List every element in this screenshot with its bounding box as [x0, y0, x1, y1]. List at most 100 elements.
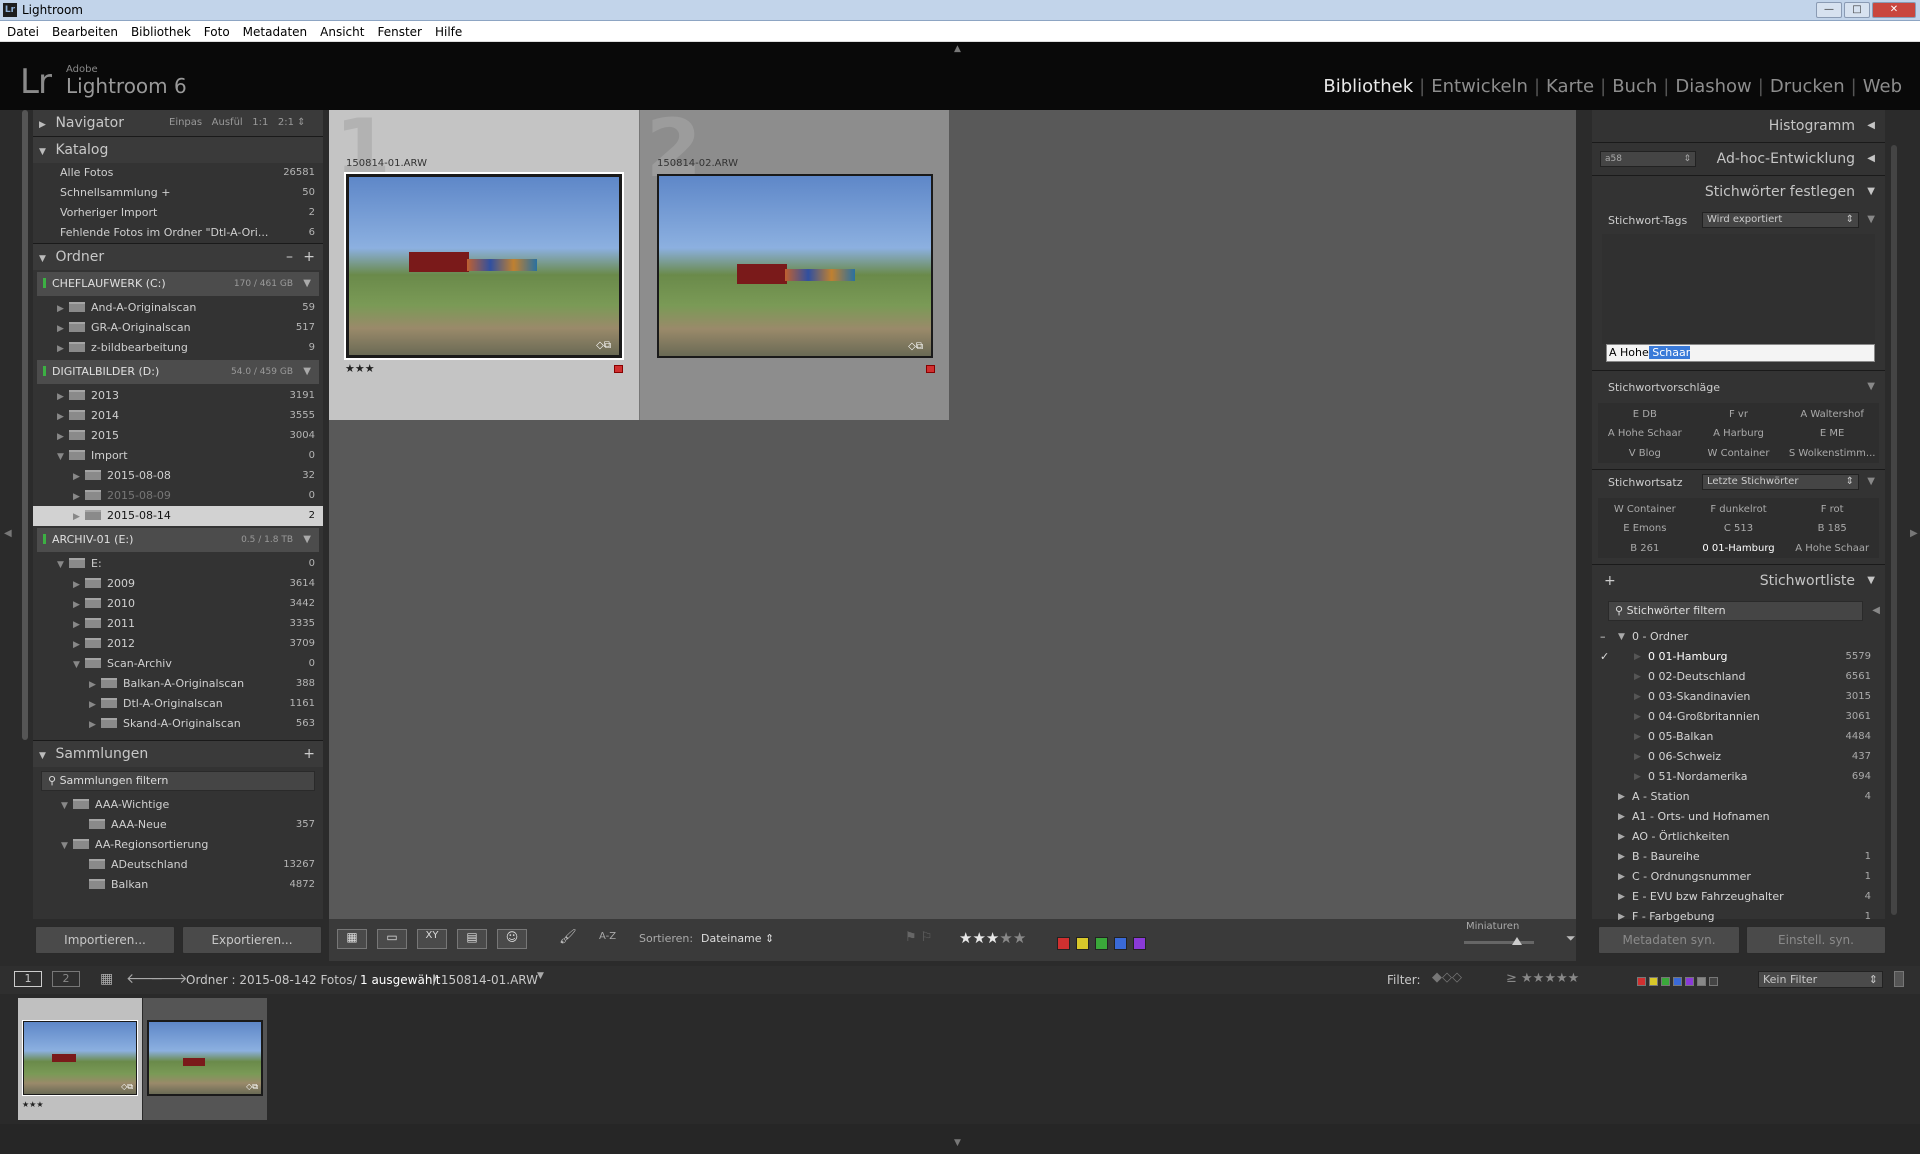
- folder-item[interactable]: ▼ Scan-Archiv 0: [33, 654, 323, 674]
- collapse-arrow-icon[interactable]: ▶: [57, 319, 69, 339]
- collapse-arrow-icon[interactable]: ▶: [57, 339, 69, 359]
- collapse-arrow-icon[interactable]: ▶: [73, 487, 85, 507]
- keyword-item[interactable]: ▶ AO - Örtlichkeiten: [1592, 827, 1885, 847]
- color-label-filter[interactable]: [1076, 937, 1089, 950]
- color-filter-swatch[interactable]: [1649, 977, 1658, 986]
- folder-item[interactable]: ▶ 2012 3709: [33, 634, 323, 654]
- keyword-item[interactable]: ▶ A - Station 4: [1592, 787, 1885, 807]
- keyword-suggestion[interactable]: E ME: [1785, 424, 1879, 443]
- collection-item[interactable]: ▼ AAA-Wichtige: [33, 795, 323, 815]
- collection-item[interactable]: ADeutschland 13267: [33, 855, 323, 875]
- collection-item[interactable]: AAA-Neue 357: [33, 815, 323, 835]
- minimize-icon[interactable]: —: [1816, 2, 1842, 18]
- module-entwickeln[interactable]: Entwickeln: [1425, 76, 1534, 97]
- keyword-item[interactable]: – ▼ 0 - Ordner: [1592, 627, 1885, 647]
- zoom-fill[interactable]: Ausfül: [212, 117, 243, 128]
- catalog-item[interactable]: Fehlende Fotos im Ordner "Dtl-A-Ori... 6: [33, 223, 323, 243]
- rating-stars[interactable]: ★★★★★: [959, 929, 1026, 947]
- filter-lock-icon[interactable]: [1894, 971, 1904, 987]
- keyword-suggestion[interactable]: W Container: [1692, 444, 1786, 463]
- expanded-icon[interactable]: ▼: [61, 796, 73, 816]
- star-1-icon[interactable]: ★: [959, 929, 972, 947]
- keyword-suggestion[interactable]: A Waltershof: [1785, 405, 1879, 424]
- keyword-item[interactable]: ▶ F - Farbgebung 1: [1592, 907, 1885, 927]
- add-folder-icon[interactable]: +: [303, 244, 315, 270]
- export-button[interactable]: Exportieren...: [182, 926, 322, 954]
- keyword-suggestion[interactable]: E DB: [1598, 405, 1692, 424]
- keyword-set-item[interactable]: F dunkelrot: [1692, 500, 1786, 519]
- add-collection-icon[interactable]: +: [303, 741, 315, 767]
- menu-bearbeiten[interactable]: Bearbeiten: [45, 22, 124, 39]
- second-window-button[interactable]: 2: [52, 971, 80, 987]
- expand-arrow-icon[interactable]: ▶: [1618, 807, 1625, 827]
- preset-select[interactable]: a58 ⇕: [1600, 151, 1696, 167]
- maximize-icon[interactable]: □: [1844, 2, 1870, 18]
- keyword-list-header[interactable]: + Stichwortliste ▼: [1592, 565, 1885, 597]
- keyword-filter-input[interactable]: ⚲ Stichwörter filtern ◀: [1608, 601, 1880, 621]
- cell-rating[interactable]: ★★★: [345, 362, 375, 375]
- folder-item[interactable]: ▶ 2010 3442: [33, 594, 323, 614]
- folder-item[interactable]: ▶ 2015-08-14 2: [33, 506, 323, 526]
- chevron-down-icon[interactable]: ▼: [537, 971, 544, 981]
- filmstrip-thumbnail[interactable]: ◇⧉: [149, 1022, 261, 1094]
- keyword-tags-select[interactable]: Wird exportiert ⇕: [1702, 212, 1859, 228]
- loupe-view-icon[interactable]: ▭: [377, 929, 407, 949]
- filmstrip-rating[interactable]: ★★★: [22, 1100, 44, 1109]
- module-drucken[interactable]: Drucken: [1764, 76, 1851, 97]
- right-scrollbar[interactable]: [1891, 145, 1897, 915]
- catalog-item[interactable]: Schnellsammlung + 50: [33, 183, 323, 203]
- filmstrip-cell-2[interactable]: ◇⧉: [143, 998, 267, 1120]
- filmstrip-thumbnail[interactable]: ◇⧉: [24, 1022, 136, 1094]
- folder-item[interactable]: ▼ E: 0: [33, 554, 323, 574]
- keyword-item[interactable]: ▶ C - Ordnungsnummer 1: [1592, 867, 1885, 887]
- expanded-icon[interactable]: ▼: [73, 655, 85, 675]
- add-keyword-icon[interactable]: +: [1604, 565, 1616, 597]
- main-window-button[interactable]: 1: [14, 971, 42, 987]
- volume-header[interactable]: DIGITALBILDER (D:) 54.0 / 459 GB ▼: [37, 360, 319, 384]
- folder-item[interactable]: ▶ z-bildbearbeitung 9: [33, 338, 323, 358]
- grid-cell-1[interactable]: 1 150814-01.ARW ◇⧉ ★★★: [329, 102, 639, 420]
- left-panel-toggle-icon[interactable]: ◀: [4, 528, 12, 539]
- color-label-red[interactable]: [614, 365, 623, 373]
- expand-arrow-icon[interactable]: ▶: [1634, 687, 1641, 707]
- catalog-item[interactable]: Alle Fotos 26581: [33, 163, 323, 183]
- keyword-set-item[interactable]: E Emons: [1598, 519, 1692, 538]
- clear-filter-icon[interactable]: ◀: [1872, 602, 1880, 620]
- flag-filter-icons[interactable]: ◆◇◇: [1432, 970, 1462, 985]
- keyword-item[interactable]: ▶ 0 04-Großbritannien 3061: [1592, 707, 1885, 727]
- checkbox-icon[interactable]: –: [1600, 627, 1606, 647]
- collapse-arrow-icon[interactable]: ▶: [57, 427, 69, 447]
- color-label-filter[interactable]: [1057, 937, 1070, 950]
- menu-metadaten[interactable]: Metadaten: [236, 22, 313, 39]
- color-filter-swatch[interactable]: [1709, 977, 1718, 986]
- keyword-set-item[interactable]: F rot: [1785, 500, 1879, 519]
- sort-select[interactable]: Dateiname ⇕: [701, 932, 774, 945]
- grid-cell-2[interactable]: 2 150814-02.ARW ◇⧉: [639, 102, 949, 420]
- zoom-1-1[interactable]: 1:1: [252, 117, 268, 128]
- expanded-icon[interactable]: ▼: [1618, 627, 1625, 647]
- suggestions-header[interactable]: Stichwortvorschläge ▼: [1592, 371, 1885, 403]
- keyword-tags-area[interactable]: [1602, 234, 1875, 344]
- expand-arrow-icon[interactable]: ▶: [1634, 647, 1641, 667]
- volume-header[interactable]: ARCHIV-01 (E:) 0.5 / 1.8 TB ▼: [37, 528, 319, 552]
- keyword-item[interactable]: ▶ E - EVU bzw Fahrzeughalter 4: [1592, 887, 1885, 907]
- folder-item[interactable]: ▼ Import 0: [33, 446, 323, 466]
- close-icon[interactable]: ✕: [1872, 2, 1916, 18]
- folder-item[interactable]: ▶ 2015-08-08 32: [33, 466, 323, 486]
- keyword-suggestion[interactable]: A Harburg: [1692, 424, 1786, 443]
- menu-datei[interactable]: Datei: [0, 22, 45, 39]
- expand-arrow-icon[interactable]: ▶: [1634, 727, 1641, 747]
- grid-icon[interactable]: ▦: [100, 971, 113, 987]
- color-filter-swatch[interactable]: [1673, 977, 1682, 986]
- keywording-header[interactable]: Stichwörter festlegen ▼: [1592, 176, 1885, 208]
- color-label-filter[interactable]: [1095, 937, 1108, 950]
- zoom-2-1[interactable]: 2:1: [278, 117, 294, 128]
- menu-ansicht[interactable]: Ansicht: [313, 22, 370, 39]
- keyword-suggestion[interactable]: S Wolkenstimm...: [1785, 444, 1879, 463]
- keyword-item[interactable]: ✓ ▶ 0 01-Hamburg 5579: [1592, 647, 1885, 667]
- collapse-arrow-icon[interactable]: ▶: [73, 595, 85, 615]
- keyword-item[interactable]: ▶ 0 05-Balkan 4484: [1592, 727, 1885, 747]
- collapse-icon[interactable]: ▼: [303, 360, 311, 384]
- grid-view-icon[interactable]: ▦: [337, 929, 367, 949]
- filter-preset-select[interactable]: Kein Filter ⇕: [1758, 971, 1883, 988]
